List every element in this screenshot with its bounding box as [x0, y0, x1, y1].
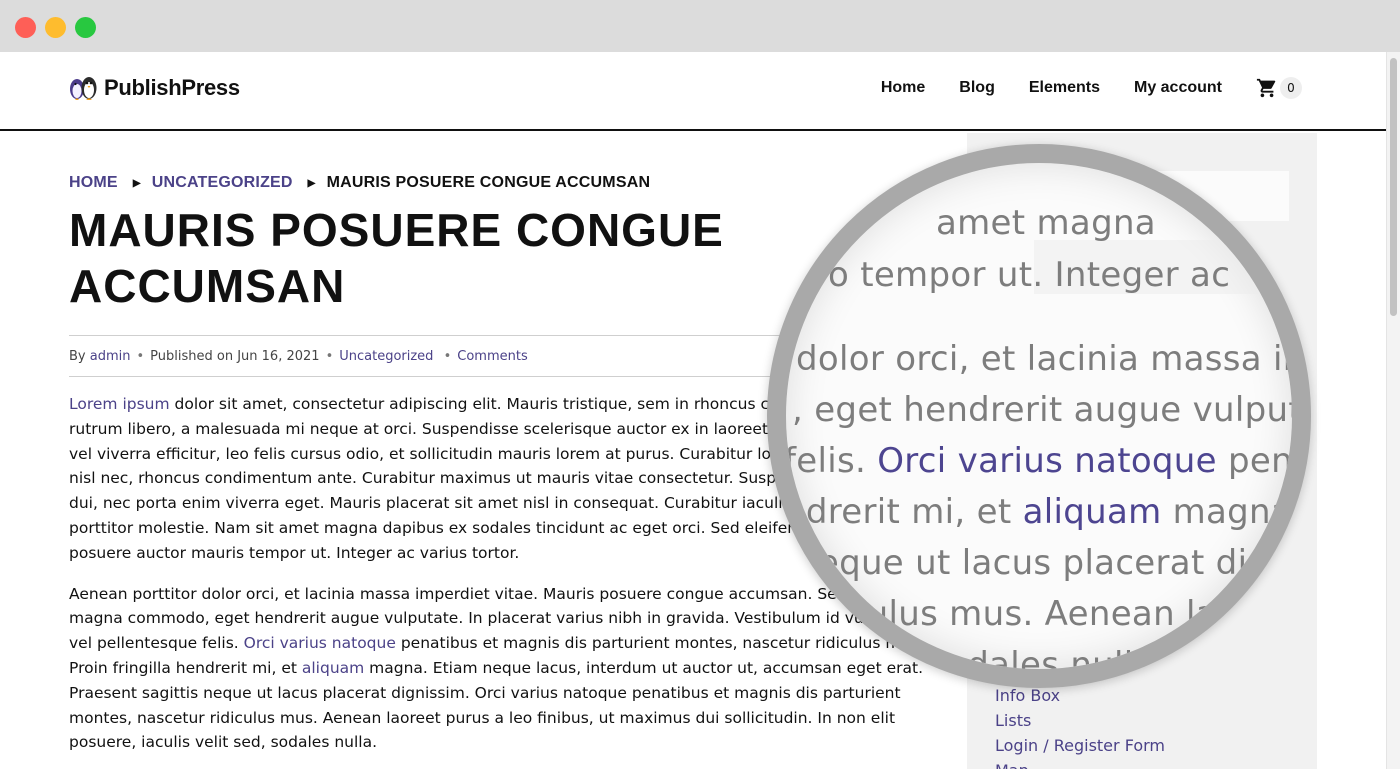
meta-comments-link[interactable]: Comments: [457, 349, 527, 364]
meta-by-label: By: [69, 348, 86, 364]
text-segment: Proin fringilla hendrerit mi, et: [69, 658, 302, 677]
nav-home[interactable]: Home: [881, 79, 925, 97]
page-title: MAURIS POSUERE CONGUE ACCUMSAN: [69, 202, 849, 314]
window-titlebar: [0, 0, 1400, 52]
scrollbar-thumb[interactable]: [1390, 58, 1397, 316]
lorem-ipsum-link[interactable]: Lorem ipsum: [69, 395, 170, 413]
post-meta: By admin • Published on Jun 16, 2021 • U…: [69, 335, 809, 377]
sidebar-link-login-register-form[interactable]: Login / Register Form: [995, 733, 1165, 758]
text-segment: vel pellentesque felis.: [69, 634, 244, 653]
aliquam-link[interactable]: aliquam: [302, 659, 364, 677]
magnified-line: , eget hendrerit augue vulputate.: [792, 390, 1303, 430]
text-line: magna commodo, eget hendrerit augue vulp…: [69, 609, 953, 628]
page-title-line: MAURIS POSUERE CONGUE: [69, 204, 724, 256]
close-window-button[interactable]: [15, 17, 36, 38]
text-line: posuere, iaculis velit sed, sodales null…: [69, 733, 378, 752]
magnified-line: neque ut lacus placerat dignissi: [796, 543, 1311, 583]
breadcrumb-current: MAURIS POSUERE CONGUE ACCUMSAN: [326, 174, 651, 191]
text-line: dui, nec porta enim viverra eget. Mauris…: [69, 494, 844, 513]
meta-separator: •: [325, 348, 334, 364]
text-line: dolor sit amet, consectetur adipiscing e…: [169, 395, 821, 413]
text-line: Aenean porttitor dolor orci, et lacinia …: [69, 584, 902, 603]
meta-separator: •: [439, 348, 452, 364]
magnified-orci-link: Orci varius natoque: [877, 441, 1217, 481]
magnified-segment: ndrerit mi, et: [784, 492, 1023, 532]
breadcrumb-arrow-icon: ▶: [307, 177, 316, 189]
magnified-segment: magna. Etia: [1172, 492, 1304, 532]
text-line: montes, nascetur ridiculus mus. Aenean l…: [69, 708, 896, 727]
logo-text: PublishPress: [104, 75, 240, 100]
paragraph: Aenean porttitor dolor orci, et lacinia …: [69, 582, 953, 756]
cart-count-badge: 0: [1280, 77, 1302, 99]
site-logo[interactable]: PublishPress: [68, 73, 240, 103]
magnified-content: amet magna o tempor ut. Integer ac dolor…: [784, 163, 1311, 669]
page-scrollbar[interactable]: [1386, 52, 1400, 769]
main-nav: Home Blog Elements My account 0: [847, 77, 1302, 99]
magnified-line: diculus mus. Aenean laoreet: [816, 594, 1308, 634]
magnified-aliquam-link: aliquam: [1022, 492, 1162, 532]
meta-separator: •: [136, 348, 145, 364]
magnified-segment: penatibu: [1227, 441, 1311, 481]
nav-elements[interactable]: Elements: [1029, 79, 1100, 97]
breadcrumb-arrow-icon: ▶: [132, 177, 141, 189]
magnifier-lens: amet magna o tempor ut. Integer ac dolor…: [767, 144, 1311, 688]
meta-published-date: Published on Jun 16, 2021: [150, 348, 320, 364]
minimize-window-button[interactable]: [45, 17, 66, 38]
meta-author-link[interactable]: admin: [90, 349, 131, 364]
penguin-logo-icon: [70, 77, 97, 100]
breadcrumb-home[interactable]: HOME: [69, 174, 118, 192]
breadcrumb-category[interactable]: UNCATEGORIZED: [152, 174, 293, 192]
shopping-cart-icon: [1256, 78, 1276, 98]
maximize-window-button[interactable]: [75, 17, 96, 38]
breadcrumb: HOME ▶ UNCATEGORIZED ▶ MAURIS POSUERE CO…: [69, 174, 650, 192]
page-title-line: ACCUMSAN: [69, 260, 346, 312]
magnified-line: o tempor ut. Integer ac: [828, 255, 1231, 295]
meta-category-link[interactable]: Uncategorized: [339, 349, 433, 364]
sidebar-link-map[interactable]: Map: [995, 758, 1165, 769]
cart-button[interactable]: 0: [1256, 77, 1302, 99]
text-line: porttitor molestie. Nam sit amet magna d…: [69, 518, 855, 537]
nav-my-account[interactable]: My account: [1134, 79, 1222, 97]
nav-blog[interactable]: Blog: [959, 79, 995, 97]
magnified-line: dolor orci, et lacinia massa impe: [796, 339, 1311, 379]
text-line: posuere auctor mauris tempor ut. Integer…: [69, 543, 520, 562]
orci-varius-natoque-link[interactable]: Orci varius natoque: [244, 634, 396, 652]
site-header: PublishPress Home Blog Elements My accou…: [0, 52, 1386, 131]
magnified-segment: felis.: [784, 441, 878, 481]
magnified-line: amet magna: [936, 203, 1156, 243]
text-line: Praesent sagittis neque ut lacus placera…: [69, 683, 901, 702]
browser-viewport: PublishPress Home Blog Elements My accou…: [0, 52, 1400, 769]
sidebar-link-lists[interactable]: Lists: [995, 708, 1165, 733]
